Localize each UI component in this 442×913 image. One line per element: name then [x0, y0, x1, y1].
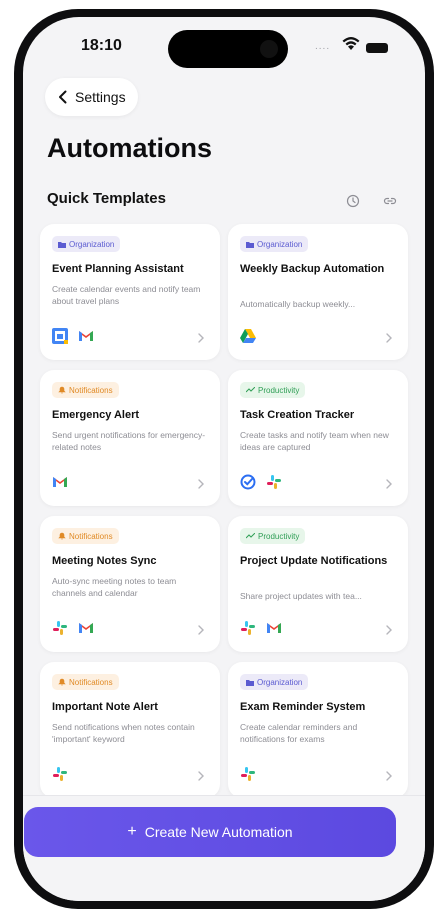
category-badge: Notifications — [52, 674, 119, 690]
create-automation-label: Create New Automation — [144, 824, 293, 840]
gmail-icon — [79, 331, 93, 341]
template-card-meeting-notes[interactable]: Notifications Meeting Notes Sync Auto-sy… — [40, 516, 220, 652]
slack-icon — [267, 475, 281, 489]
category-badge: Organization — [52, 236, 121, 252]
chevron-right-icon — [198, 771, 204, 781]
category-label: Productivity — [258, 531, 300, 541]
chevron-right-icon — [386, 625, 392, 635]
template-card-event-planning[interactable]: Organization Event Planning Assistant Cr… — [40, 224, 220, 360]
card-description: Share project updates with tea... — [240, 591, 362, 601]
gmail-icon — [53, 477, 67, 487]
slack-icon — [241, 621, 255, 635]
card-title: Event Planning Assistant — [52, 263, 184, 275]
card-description: Create calendar reminders and notificati… — [240, 722, 358, 744]
card-title: Emergency Alert — [52, 409, 140, 421]
folder-icon — [58, 241, 66, 248]
category-label: Notifications — [69, 677, 113, 687]
card-description: Send notifications when notes contain 'i… — [52, 722, 195, 744]
dynamic-island — [168, 30, 288, 68]
slack-icon — [53, 621, 67, 635]
link-icon[interactable] — [383, 194, 397, 208]
card-title: Exam Reminder System — [240, 701, 366, 713]
template-card-emergency-alert[interactable]: Notifications Emergency Alert Send urgen… — [40, 370, 220, 506]
slack-icon — [53, 767, 67, 781]
category-badge: Organization — [240, 674, 309, 690]
template-card-important-note[interactable]: Notifications Important Note Alert Send … — [40, 662, 220, 798]
section-title: Quick Templates — [47, 190, 166, 207]
back-button[interactable]: Settings — [45, 78, 138, 116]
gmail-icon — [79, 623, 93, 633]
app-icons — [52, 328, 94, 344]
bell-icon — [58, 532, 66, 540]
battery-icon — [366, 43, 388, 53]
app-icons — [52, 474, 68, 490]
chevron-right-icon — [386, 333, 392, 343]
card-description: Auto-sync meeting notes to team channels… — [52, 576, 177, 598]
card-title: Project Update Notifications — [240, 555, 388, 567]
chevron-right-icon — [386, 479, 392, 489]
trend-up-icon — [246, 533, 255, 539]
category-label: Organization — [69, 239, 115, 249]
chevron-right-icon — [198, 333, 204, 343]
folder-icon — [246, 241, 254, 248]
category-label: Organization — [257, 239, 303, 249]
wifi-icon — [342, 37, 360, 50]
tasks-check-icon — [240, 474, 256, 490]
card-title: Important Note Alert — [52, 701, 158, 713]
category-badge: Notifications — [52, 528, 119, 544]
category-label: Notifications — [69, 531, 113, 541]
category-badge: Notifications — [52, 382, 119, 398]
status-bar: 18:10 .... — [23, 17, 425, 77]
back-button-label: Settings — [75, 89, 126, 105]
template-card-task-creation[interactable]: Productivity Task Creation Tracker Creat… — [228, 370, 408, 506]
bell-icon — [58, 678, 66, 686]
card-title: Weekly Backup Automation — [240, 263, 385, 275]
app-icons — [52, 620, 94, 636]
slack-icon — [241, 767, 255, 781]
screen: 18:10 .... Settings Automations Quick Te… — [23, 17, 425, 901]
template-card-weekly-backup[interactable]: Organization Weekly Backup Automation Au… — [228, 224, 408, 360]
card-description: Create tasks and notify team when new id… — [240, 430, 389, 452]
chevron-right-icon — [386, 771, 392, 781]
google-drive-icon — [240, 329, 256, 343]
app-icons — [52, 766, 68, 782]
template-card-exam-reminder[interactable]: Organization Exam Reminder System Create… — [228, 662, 408, 798]
gmail-icon — [267, 623, 281, 633]
chevron-right-icon — [198, 625, 204, 635]
card-title: Task Creation Tracker — [240, 409, 355, 421]
category-label: Notifications — [69, 385, 113, 395]
cellular-signal-icon: .... — [315, 41, 331, 52]
create-automation-button[interactable]: + Create New Automation — [24, 807, 396, 857]
category-badge: Productivity — [240, 528, 306, 544]
card-description: Create calendar events and notify team a… — [52, 284, 201, 306]
card-description: Send urgent notifications for emergency-… — [52, 430, 206, 452]
folder-icon — [246, 679, 254, 686]
plus-icon: + — [127, 823, 137, 840]
card-title: Meeting Notes Sync — [52, 555, 157, 567]
app-icons — [240, 620, 282, 636]
status-time: 18:10 — [81, 37, 122, 54]
app-icons — [240, 474, 282, 490]
template-card-project-update[interactable]: Productivity Project Update Notification… — [228, 516, 408, 652]
bell-icon — [58, 386, 66, 394]
category-badge: Organization — [240, 236, 309, 252]
category-label: Organization — [257, 677, 303, 687]
card-description: Automatically backup weekly... — [240, 299, 356, 309]
app-icons — [240, 328, 256, 344]
google-calendar-icon — [52, 328, 68, 344]
category-label: Productivity — [258, 385, 300, 395]
trend-up-icon — [246, 387, 255, 393]
chevron-right-icon — [198, 479, 204, 489]
chevron-left-icon — [59, 90, 67, 104]
app-icons — [240, 766, 256, 782]
category-badge: Productivity — [240, 382, 306, 398]
page-title: Automations — [47, 133, 212, 163]
history-icon[interactable] — [346, 194, 360, 208]
